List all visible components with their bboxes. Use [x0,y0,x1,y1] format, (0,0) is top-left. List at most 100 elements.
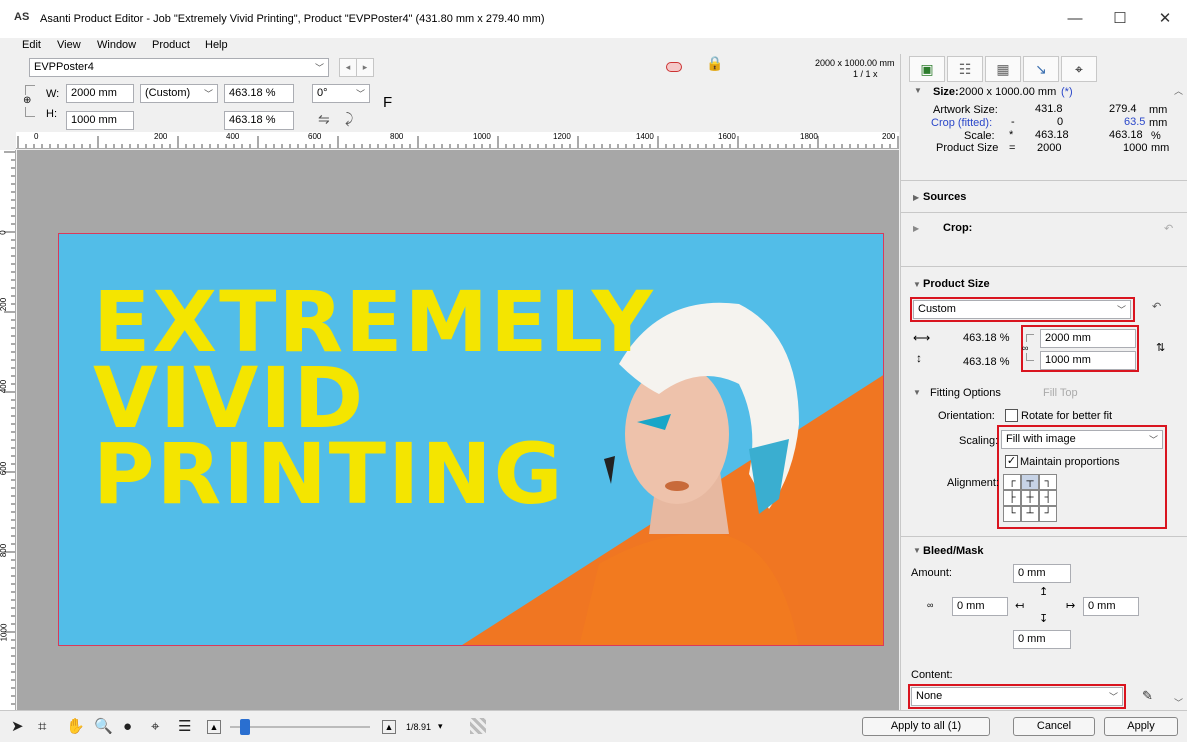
scroll-down-arrow[interactable]: ﹀ [1174,696,1183,709]
reset-icon[interactable]: ↶ [1152,300,1161,313]
maintain-proportions-checkbox[interactable]: ✓ [1005,455,1018,468]
zoom-in-icon[interactable]: ▲ [382,720,396,734]
record-icon[interactable] [666,62,682,72]
chain-link-icon[interactable]: ∞ [1022,343,1028,353]
align-middle-right-button[interactable]: ┤ [1039,490,1057,506]
bleed-top-input[interactable]: 0 mm [1013,564,1071,583]
zoom-slider[interactable] [230,719,370,735]
expand-arrow-icon[interactable]: ▶ [913,224,919,233]
scale-unit: % [1151,130,1161,142]
pointer-tool-icon[interactable]: ➤ [11,718,24,736]
bleed-bottom-input[interactable]: 0 mm [1013,630,1071,649]
collapse-arrow-icon[interactable]: ▼ [913,546,921,555]
size-preset-select[interactable]: (Custom) ﹀ [140,84,218,103]
crop-unit: mm [1149,117,1168,129]
close-button[interactable]: ✕ [1145,6,1185,32]
vertical-ruler: 0 200 400 600 800 1000 [0,150,16,710]
sources-section[interactable]: Sources [923,191,966,203]
bleed-mask-section: Bleed/Mask [923,545,984,557]
content-label: Content: [911,669,953,681]
crop-section[interactable]: Crop: [943,222,972,234]
maintain-proportions-label: Maintain proportions [1020,456,1120,468]
swap-dimensions-icon[interactable]: ⇅ [1156,341,1165,354]
adjustments-icon[interactable]: ☰ [178,718,191,736]
prev-product-button[interactable]: ◂ [339,58,357,77]
artwork-height: 279.4 [1109,103,1137,115]
product-height-input[interactable]: 1000 mm [1040,351,1136,370]
align-top-center-button[interactable]: ┬ [1021,474,1039,490]
ruler-label: 600 [308,132,322,141]
cancel-button[interactable]: Cancel [1013,717,1095,736]
height-percent-input[interactable]: 463.18 % [224,111,294,130]
tab-layout[interactable]: ☷ [947,56,983,82]
amount-label: Amount: [911,567,952,579]
scroll-up-arrow[interactable]: ︿ [1174,84,1183,97]
tab-edit[interactable]: ↘ [1023,56,1059,82]
align-bottom-center-button[interactable]: ┴ [1021,506,1039,522]
ruler-label: 400 [226,132,240,141]
bleed-right-input[interactable]: 0 mm [1083,597,1139,616]
height-input[interactable]: 1000 mm [66,111,134,130]
apply-button[interactable]: Apply [1104,717,1178,736]
next-product-button[interactable]: ▸ [356,58,374,77]
product-size-preset-select[interactable]: Custom ﹀ [913,300,1131,319]
content-select[interactable]: None ﹀ [911,687,1123,706]
hand-tool-icon[interactable]: ✋ [66,718,85,736]
collapse-arrow-icon[interactable]: ▼ [914,86,922,95]
ruler-label: 0 [0,230,8,234]
tab-image[interactable]: ▣ [909,56,945,82]
flip-horizontal-icon[interactable]: ⇋ [318,111,330,128]
expand-arrow-icon[interactable]: ▶ [913,193,919,202]
poster-preview[interactable]: EXTREMELY VIVID PRINTING [58,233,884,646]
pencil-icon[interactable]: ✎ [1142,688,1153,704]
eyedropper-icon[interactable]: ● [123,718,132,736]
collapse-arrow-icon[interactable]: ▼ [913,280,921,289]
grid-icon: ▦ [996,61,1010,77]
crop-separator: - [1011,116,1015,128]
rotation-select[interactable]: 0° ﹀ [312,84,370,103]
zoom-tool-icon[interactable]: 🔍 [94,718,113,736]
crop-tool-icon[interactable]: ⌗ [38,718,46,736]
chevron-down-icon: ﹀ [1148,435,1158,445]
menu-edit[interactable]: Edit [22,39,41,51]
bleed-left-input[interactable]: 0 mm [952,597,1008,616]
flip-vertical-icon[interactable]: ⤸ [345,110,353,127]
rotate-checkbox[interactable] [1005,409,1018,422]
tab-grid[interactable]: ▦ [985,56,1021,82]
align-top-left-button[interactable]: ┌ [1003,474,1021,490]
zoom-out-icon[interactable]: ▲ [207,720,221,734]
checker-icon[interactable] [470,718,486,734]
tab-target[interactable]: ⌖ [1061,56,1097,82]
align-top-right-button[interactable]: ┐ [1039,474,1057,490]
width-input[interactable]: 2000 mm [66,84,134,103]
collapse-arrow-icon[interactable]: ▼ [913,388,921,397]
undo-icon[interactable]: ↶ [1164,222,1173,235]
align-middle-left-button[interactable]: ├ [1003,490,1021,506]
slider-thumb[interactable] [240,719,250,735]
chain-link-icon[interactable]: ⊕ [23,95,31,106]
width-percent-input[interactable]: 463.18 % [224,84,294,103]
align-bottom-left-button[interactable]: └ [1003,506,1021,522]
align-center-button[interactable]: ┼ [1021,490,1039,506]
maximize-button[interactable]: ☐ [1100,6,1140,32]
minimize-button[interactable]: — [1055,6,1095,32]
menu-help[interactable]: Help [205,39,228,51]
ruler-label: 1000 [473,132,491,141]
menu-view[interactable]: View [57,39,81,51]
menu-window[interactable]: Window [97,39,136,51]
align-bottom-right-button[interactable]: ┘ [1039,506,1057,522]
crosshair-icon[interactable]: ⌖ [151,718,159,736]
product-width-input[interactable]: 2000 mm [1040,329,1136,348]
chain-link-icon[interactable]: ∞ [927,600,933,610]
zoom-level: 1/8.91 [406,722,432,732]
scaling-select[interactable]: Fill with image ﹀ [1001,430,1163,449]
artwork-width: 431.8 [1035,103,1063,115]
chevron-down-icon: ﹀ [1108,692,1118,702]
apply-to-all-button[interactable]: Apply to all (1) [862,717,990,736]
lock-icon[interactable]: 🔒 [706,55,723,72]
product-unit: mm [1151,142,1170,154]
product-select[interactable]: EVPPoster4 ﹀ [29,58,329,77]
menu-product[interactable]: Product [152,39,190,51]
ruler-label: 1400 [636,132,654,141]
chevron-down-icon[interactable]: ▾ [438,721,443,732]
